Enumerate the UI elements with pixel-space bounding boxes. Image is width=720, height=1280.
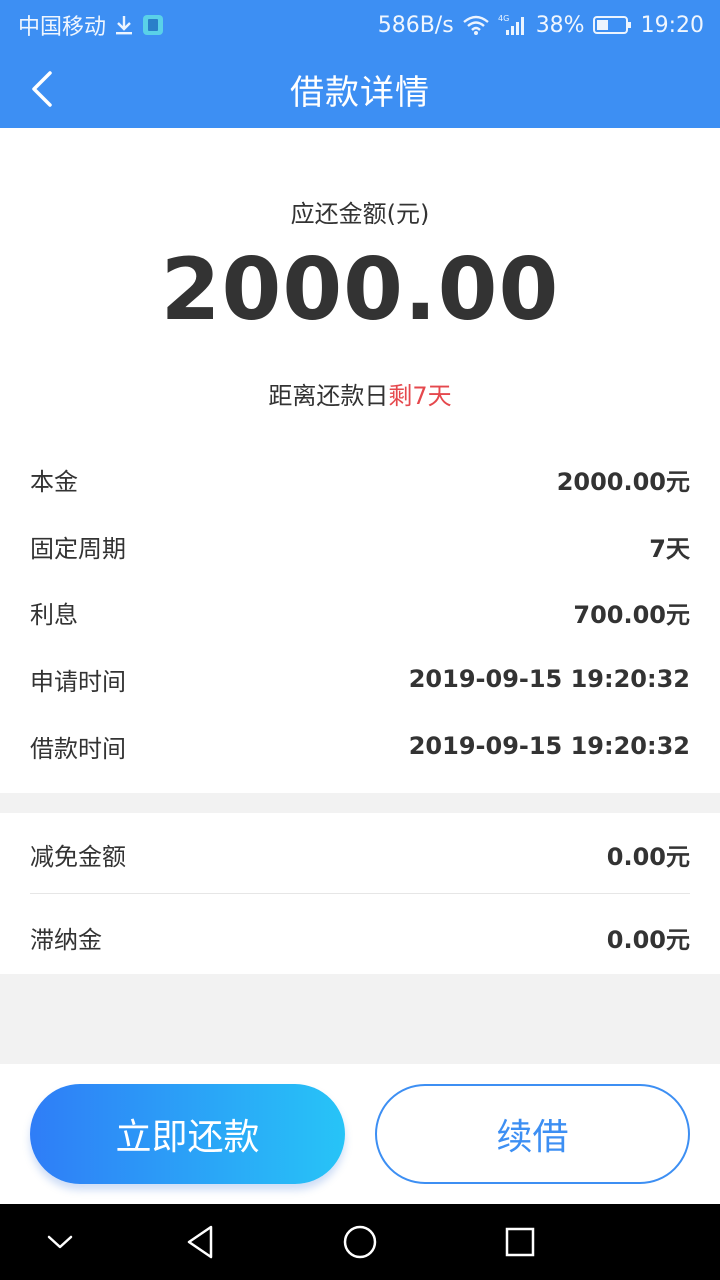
repayment-summary: 应还金额(元) 2000.00 距离还款日剩7天 bbox=[0, 128, 720, 440]
detail-value: 0.00元 bbox=[606, 925, 690, 954]
clock: 19:20 bbox=[640, 12, 704, 38]
detail-row-apply-time: 申请时间 2019-09-15 19:20:32 bbox=[30, 659, 690, 699]
system-home-button[interactable] bbox=[340, 1222, 380, 1262]
chevron-left-icon bbox=[32, 71, 52, 107]
system-recents-button[interactable] bbox=[500, 1222, 540, 1262]
nav-bar: 借款详情 bbox=[0, 50, 720, 128]
detail-value: 0.00元 bbox=[606, 842, 690, 871]
detail-value: 2000.00元 bbox=[556, 467, 690, 496]
due-remaining: 剩7天 bbox=[388, 382, 452, 410]
header-bar: 中国移动 586B/s 4G 38% 19:20 借款详情 bbox=[0, 0, 720, 128]
detail-label: 固定周期 bbox=[30, 534, 126, 563]
detail-row-late-fee: 滞纳金 0.00元 bbox=[30, 917, 690, 957]
loan-details-section: 本金 2000.00元 固定周期 7天 利息 700.00元 申请时间 2019… bbox=[0, 440, 720, 793]
download-icon bbox=[114, 14, 134, 36]
due-prefix: 距离还款日 bbox=[268, 382, 389, 410]
hide-nav-button[interactable] bbox=[40, 1222, 80, 1262]
detail-value: 2019-09-15 19:20:32 bbox=[408, 665, 690, 693]
network-speed: 586B/s bbox=[377, 12, 454, 38]
signal-icon: 4G bbox=[498, 13, 528, 37]
amount-due-label: 应还金额(元) bbox=[290, 200, 430, 228]
detail-row-period: 固定周期 7天 bbox=[30, 526, 690, 566]
detail-row-principal: 本金 2000.00元 bbox=[30, 459, 690, 499]
status-bar: 中国移动 586B/s 4G 38% 19:20 bbox=[0, 0, 720, 50]
detail-label: 借款时间 bbox=[30, 734, 126, 763]
amount-due-value: 2000.00 bbox=[160, 240, 560, 340]
detail-value: 7天 bbox=[649, 534, 690, 563]
app-notification-icon bbox=[142, 14, 164, 36]
back-button[interactable] bbox=[22, 66, 62, 112]
action-bar: 立即还款 续借 bbox=[0, 1064, 720, 1204]
detail-label: 滞纳金 bbox=[30, 925, 102, 954]
detail-row-waiver: 减免金额 0.00元 bbox=[30, 834, 690, 874]
network-type-label: 4G bbox=[498, 14, 509, 23]
detail-row-loan-time: 借款时间 2019-09-15 19:20:32 bbox=[30, 726, 690, 766]
detail-row-interest: 利息 700.00元 bbox=[30, 592, 690, 632]
renew-loan-button[interactable]: 续借 bbox=[375, 1084, 690, 1184]
repay-now-button[interactable]: 立即还款 bbox=[30, 1084, 345, 1184]
detail-label: 本金 bbox=[30, 467, 78, 496]
fees-section: 减免金额 0.00元 滞纳金 0.00元 bbox=[0, 813, 720, 974]
wifi-icon bbox=[462, 14, 490, 36]
detail-value: 2019-09-15 19:20:32 bbox=[408, 732, 690, 760]
carrier-name: 中国移动 bbox=[18, 15, 107, 40]
system-navigation-bar bbox=[0, 1204, 720, 1280]
chevron-down-icon bbox=[47, 1235, 73, 1249]
detail-value: 700.00元 bbox=[573, 600, 690, 629]
square-recents-icon bbox=[505, 1227, 535, 1257]
battery-percent: 38% bbox=[535, 12, 585, 38]
circle-home-icon bbox=[343, 1225, 377, 1259]
detail-label: 申请时间 bbox=[30, 667, 126, 696]
due-date-countdown: 距离还款日剩7天 bbox=[0, 376, 720, 411]
page-title: 借款详情 bbox=[290, 72, 430, 113]
detail-label: 利息 bbox=[30, 600, 78, 629]
triangle-back-icon bbox=[187, 1225, 213, 1259]
battery-icon bbox=[592, 15, 633, 35]
divider bbox=[30, 893, 690, 894]
detail-label: 减免金额 bbox=[30, 842, 126, 871]
system-back-button[interactable] bbox=[180, 1222, 220, 1262]
